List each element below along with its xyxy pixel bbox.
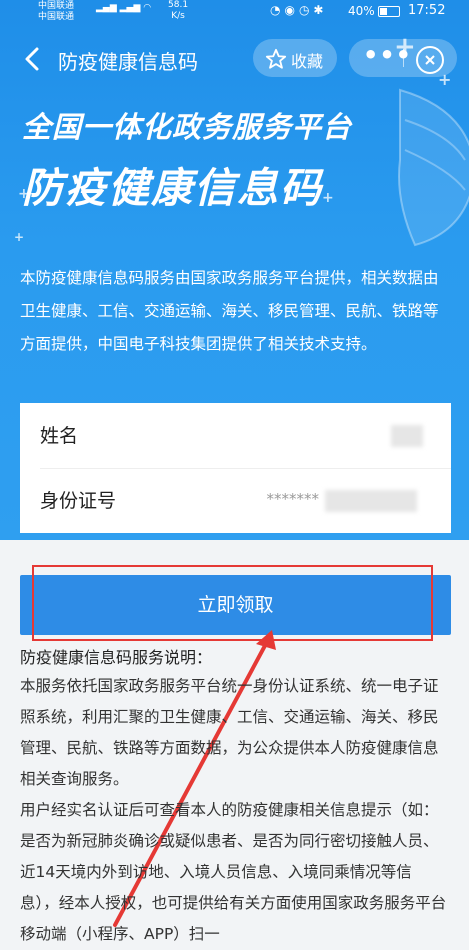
star-icon xyxy=(265,48,287,69)
network-speed: 58.1 K/s xyxy=(168,0,188,22)
plus-decoration-icon: + xyxy=(14,230,25,244)
id-value: ******* xyxy=(266,490,320,508)
description-title: 防疫健康信息码服务说明： xyxy=(20,648,213,667)
favorite-button[interactable]: 收藏 xyxy=(253,39,337,77)
banner-title: 防疫健康信息码 xyxy=(22,164,323,212)
carrier-2: 中国联通 xyxy=(38,12,75,22)
plus-decoration-icon: + xyxy=(394,32,416,62)
carrier-1: 中国联通 xyxy=(38,1,75,11)
annotation-box xyxy=(32,565,433,641)
name-value-redacted xyxy=(391,425,423,447)
battery-icon xyxy=(378,6,400,17)
name-label: 姓名 xyxy=(40,425,79,447)
back-arrow-icon xyxy=(25,47,39,71)
mask-decoration-icon xyxy=(398,88,469,247)
close-icon xyxy=(425,55,435,65)
battery-percent: 40% xyxy=(348,4,375,18)
status-icons: ◔◉◷✱ xyxy=(270,3,328,17)
favorite-label: 收藏 xyxy=(291,52,324,71)
speed-value: 58.1 xyxy=(168,0,189,10)
description-para-1: 本服务依托国家政务服务平台统一身份认证系统、统一电子证照系统，利用汇聚的卫生健康… xyxy=(20,677,439,788)
clock: 17:52 xyxy=(408,3,446,18)
info-form: 姓名 身份证号 ******* xyxy=(20,403,451,533)
speed-unit: K/s xyxy=(171,11,185,21)
description-body: 本服务依托国家政务服务平台统一身份认证系统、统一电子证照系统，利用汇聚的卫生健康… xyxy=(20,671,450,950)
id-row[interactable]: 身份证号 ******* xyxy=(20,468,451,533)
intro-text: 本防疫健康信息码服务由国家政务服务平台提供，相关数据由卫生健康、工信、交通运输、… xyxy=(20,269,439,353)
page-title: 防疫健康信息码 xyxy=(58,50,198,74)
name-row[interactable]: 姓名 xyxy=(20,403,451,469)
banner-subtitle: 全国一体化政务服务平台 xyxy=(22,110,353,144)
id-value-redacted xyxy=(325,490,417,512)
plus-decoration-icon: + xyxy=(322,190,334,206)
carrier-info: 中国联通 中国联通 xyxy=(38,1,74,23)
description-para-2: 用户经实名认证后可查看本人的防疫健康相关信息提示（如：是否为新冠肺炎确诊或疑似患… xyxy=(20,801,447,943)
id-label: 身份证号 xyxy=(40,490,117,512)
back-button[interactable] xyxy=(18,44,48,74)
status-bar: 中国联通 中国联通 ▂▄▆ ▂▄▆ ◠ 58.1 K/s ◔◉◷✱ 40% 17… xyxy=(0,0,469,24)
signal-icon: ▂▄▆ ▂▄▆ ◠ xyxy=(96,3,152,13)
